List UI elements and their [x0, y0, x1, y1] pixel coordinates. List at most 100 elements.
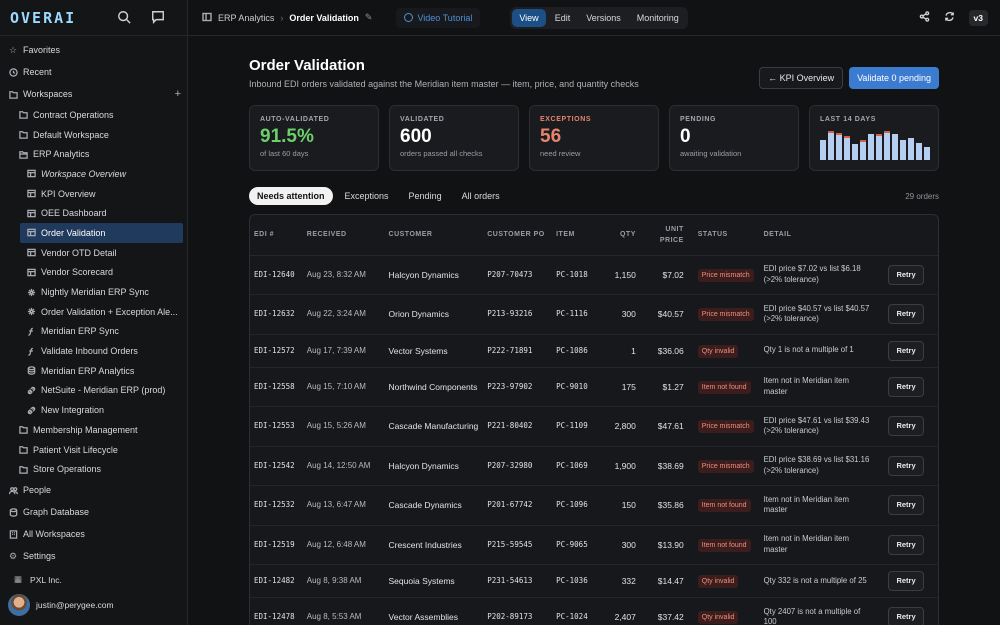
sidebar-item-store-operations[interactable]: Store Operations — [0, 459, 187, 479]
tab-versions[interactable]: Versions — [579, 9, 628, 27]
user-menu[interactable]: justin@perygee.com — [8, 594, 114, 616]
table-row[interactable]: EDI-12632 Aug 22, 3:24 AM Orion Dynamics P2… — [250, 294, 938, 335]
sidebar-item-meridian-erp-sync[interactable]: Meridian ERP Sync — [0, 322, 187, 342]
table-row[interactable]: EDI-12553 Aug 15, 5:26 AM Cascade Manufact… — [250, 406, 938, 447]
sidebar-item-contract-operations[interactable]: Contract Operations — [0, 105, 187, 125]
refresh-icon[interactable] — [944, 11, 955, 24]
retry-button[interactable]: Retry — [888, 340, 924, 361]
sidebar-item-order-validation[interactable]: Order Validation — [20, 223, 183, 243]
sidebar-item-vendor-scorecard[interactable]: Vendor Scorecard — [0, 263, 187, 283]
po-cell: P223-97902 — [483, 367, 553, 407]
retry-button[interactable]: Retry — [888, 264, 924, 285]
col-item[interactable]: ITEM — [552, 215, 596, 256]
filter-tab-all-orders[interactable]: All orders — [454, 187, 508, 205]
nav-all-workspaces[interactable]: All Workspaces — [0, 523, 187, 545]
received-cell: Aug 14, 12:50 AM — [302, 446, 385, 486]
share-icon[interactable] — [919, 11, 930, 24]
col-customer-po[interactable]: CUSTOMER PO — [483, 215, 553, 256]
nav-workspaces[interactable]: Workspaces + — [0, 83, 187, 105]
sidebar-item-default-workspace[interactable]: Default Workspace — [0, 125, 187, 145]
nav-settings[interactable]: ⚙ Settings — [0, 545, 187, 567]
sidebar-item-workspace-overview[interactable]: Workspace Overview — [0, 164, 187, 184]
retry-button[interactable]: Retry — [888, 571, 924, 591]
sidebar-item-meridian-erp-analytics[interactable]: Meridian ERP Analytics — [0, 361, 187, 381]
tab-edit[interactable]: Edit — [548, 9, 578, 27]
sidebar-item-validate-inbound-orders[interactable]: Validate Inbound Orders — [0, 341, 187, 361]
retry-button[interactable]: Retry — [888, 495, 924, 516]
col-customer[interactable]: CUSTOMER — [384, 215, 484, 256]
sidebar-item-label: Nightly Meridian ERP Sync — [41, 287, 149, 298]
retry-button[interactable]: Retry — [888, 416, 924, 437]
org-switcher[interactable]: ▦ PXL Inc. — [14, 574, 62, 585]
col-received[interactable]: RECEIVED — [302, 215, 385, 256]
item-cell: PC-1109 — [552, 406, 596, 447]
kpi-overview-button[interactable]: ← KPI Overview — [759, 67, 844, 89]
filter-tab-pending[interactable]: Pending — [401, 187, 450, 205]
folder-icon — [18, 425, 28, 435]
trend-bar — [876, 134, 882, 160]
nav-label: People — [23, 485, 52, 496]
received-cell: Aug 15, 7:10 AM — [302, 367, 385, 407]
col-status[interactable]: STATUS — [687, 215, 760, 256]
detail-cell: Qty 332 is not a multiple of 25 — [759, 564, 875, 598]
version-badge[interactable]: v3 — [968, 9, 988, 26]
col-unit-price[interactable]: UNIT PRICE — [639, 215, 688, 256]
filter-tab-needs-attention[interactable]: Needs attention — [249, 187, 333, 205]
sidebar-item-label: Meridian ERP Analytics — [41, 365, 135, 376]
sidebar-item-new-integration[interactable]: New Integration — [0, 400, 187, 420]
nav-graph-database[interactable]: Graph Database — [0, 501, 187, 523]
retry-button[interactable]: Retry — [888, 534, 924, 555]
retry-button[interactable]: Retry — [888, 455, 924, 476]
validate-pending-button[interactable]: Validate 0 pending — [849, 67, 939, 89]
customer-cell: Cascade Manufacturing — [384, 406, 484, 447]
table-row[interactable]: EDI-12482 Aug 8, 9:38 AM Sequoia Systems P2… — [250, 564, 938, 598]
sidebar-item-kpi-overview[interactable]: KPI Overview — [0, 184, 187, 204]
sidebar-item-patient-visit-lifecycle[interactable]: Patient Visit Lifecycle — [0, 440, 187, 460]
sidebar-item-netsuite-meridian-erp-prod[interactable]: NetSuite - Meridian ERP (prod) — [0, 381, 187, 401]
col-qty[interactable]: QTY — [595, 215, 640, 256]
mode-tabs: View Edit Versions Monitoring — [510, 6, 688, 29]
sidebar-item-label: Validate Inbound Orders — [41, 346, 138, 357]
sidebar-item-order-validation-exception-ale[interactable]: Order Validation + Exception Ale... — [0, 302, 187, 322]
sidebar-item-label: ERP Analytics — [33, 149, 90, 160]
sidebar-item-label: Contract Operations — [33, 109, 114, 120]
sidebar-item-nightly-meridian-erp-sync[interactable]: Nightly Meridian ERP Sync — [0, 282, 187, 302]
col-edi[interactable]: EDI # — [250, 215, 303, 256]
sidebar-item-label: Vendor OTD Detail — [41, 247, 117, 258]
table-row[interactable]: EDI-12558 Aug 15, 7:10 AM Northwind Compon… — [250, 367, 938, 407]
retry-button[interactable]: Retry — [888, 304, 924, 325]
detail-cell: EDI price $7.02 vs list $6.18 (>2% toler… — [759, 255, 875, 295]
tab-monitoring[interactable]: Monitoring — [630, 9, 686, 27]
table-row[interactable]: EDI-12572 Aug 17, 7:39 AM Vector Systems P2… — [250, 334, 938, 368]
table-row[interactable]: EDI-12640 Aug 23, 8:32 AM Halcyon Dynamics… — [250, 255, 938, 295]
table-row[interactable]: EDI-12532 Aug 13, 6:47 AM Cascade Dynamics… — [250, 485, 938, 526]
nav-recent[interactable]: Recent — [0, 61, 187, 83]
breadcrumb-current: Order Validation — [289, 12, 359, 23]
retry-button[interactable]: Retry — [888, 607, 924, 625]
nav-favorites[interactable]: ☆ Favorites — [0, 39, 187, 61]
nav-people[interactable]: People — [0, 479, 187, 501]
retry-button[interactable]: Retry — [888, 376, 924, 397]
kpi-cards: AUTO-VALIDATED 91.5% of last 60 days VAL… — [249, 105, 939, 171]
add-workspace-icon[interactable]: + — [175, 88, 181, 100]
trend-bar-exception — [836, 132, 842, 135]
chat-icon[interactable] — [151, 10, 165, 26]
app-logo[interactable]: OVERAI — [10, 9, 76, 27]
sidebar-item-oee-dashboard[interactable]: OEE Dashboard — [0, 203, 187, 223]
filter-tab-exceptions[interactable]: Exceptions — [337, 187, 397, 205]
pencil-icon[interactable]: ✎ — [365, 12, 373, 23]
video-tutorial-link[interactable]: Video Tutorial — [396, 7, 481, 28]
tab-view[interactable]: View — [512, 8, 546, 27]
col-detail[interactable]: DETAIL — [759, 215, 875, 256]
table-row[interactable]: EDI-12542 Aug 14, 12:50 AM Halcyon Dynamic… — [250, 446, 938, 486]
search-icon[interactable] — [117, 10, 131, 26]
trend-bar — [868, 133, 874, 160]
sidebar-item-erp-analytics[interactable]: ERP Analytics — [0, 144, 187, 164]
table-row[interactable]: EDI-12519 Aug 12, 6:48 AM Crescent Industr… — [250, 525, 938, 565]
table-row[interactable]: EDI-12478 Aug 8, 5:53 AM Vector Assemblies… — [250, 597, 938, 625]
card-subtext: awaiting validation — [680, 149, 742, 158]
sidebar-item-membership-management[interactable]: Membership Management — [0, 420, 187, 440]
status-badge: Item not found — [697, 380, 751, 394]
sidebar-item-vendor-otd-detail[interactable]: Vendor OTD Detail — [0, 243, 187, 263]
breadcrumb-parent[interactable]: ERP Analytics — [218, 13, 274, 23]
